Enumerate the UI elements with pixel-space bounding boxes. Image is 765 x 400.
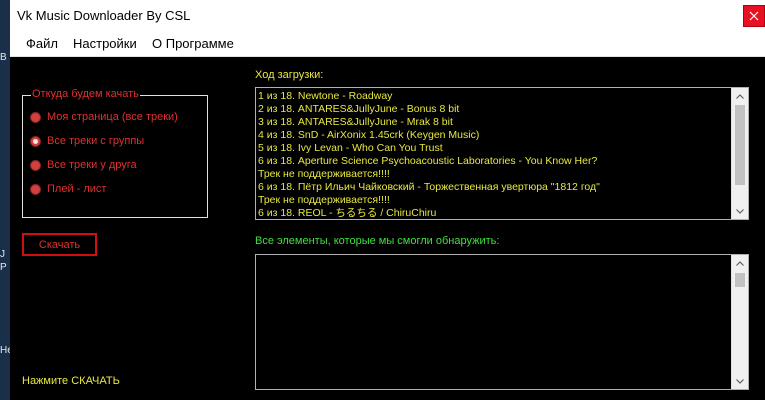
radio-label: Моя страница (все треки): [47, 111, 178, 123]
desktop-background: В J Р Не: [0, 0, 13, 400]
title-bar[interactable]: Vk Music Downloader By CSL: [10, 0, 765, 33]
radio-button[interactable]: [30, 111, 41, 123]
chevron-up-icon: [736, 260, 744, 266]
menu-bar: Файл Настройки О Программе: [10, 33, 765, 57]
progress-log-textbox[interactable]: 1 из 18. Newtone - Roadway 2 из 18. ANTA…: [255, 87, 749, 220]
radio-label: Все треки у друга: [47, 159, 137, 171]
status-text: Нажмите СКАЧАТЬ: [22, 375, 120, 387]
radio-button[interactable]: [30, 183, 41, 195]
source-group-legend: Откуда будем качать: [31, 88, 140, 100]
found-scrollbar[interactable]: [731, 255, 748, 389]
scroll-up-button[interactable]: [732, 255, 748, 271]
radio-playlist[interactable]: Плей - лист: [30, 183, 106, 195]
menu-about[interactable]: О Программе: [152, 36, 234, 51]
scroll-down-button[interactable]: [732, 203, 748, 219]
log-line: 6 из 18. Aperture Science Psychoacoustic…: [258, 155, 598, 167]
log-line: 6 из 18. REOL - ちるちる / ChiruChiru: [258, 207, 437, 218]
log-line: Трек не поддерживается!!!!: [258, 168, 390, 180]
close-icon: [749, 11, 759, 21]
log-line: Трек не поддерживается!!!!: [258, 194, 390, 206]
download-button[interactable]: Скачать: [22, 233, 97, 256]
desktop-icon-label: Р: [0, 262, 7, 273]
log-line: 5 из 18. Ivy Levan - Who Can You Trust: [258, 142, 443, 154]
radio-label: Все треки с группы: [47, 135, 145, 147]
log-line: 6 из 18. Пётр Ильич Чайковский - Торжест…: [258, 181, 600, 193]
progress-log-lines: 1 из 18. Newtone - Roadway 2 из 18. ANTA…: [258, 90, 732, 218]
log-line: 1 из 18. Newtone - Roadway: [258, 90, 393, 102]
radio-my-page[interactable]: Моя страница (все треки): [30, 111, 178, 123]
radio-button[interactable]: [30, 159, 41, 171]
close-button[interactable]: [743, 5, 765, 27]
log-line: 3 из 18. ANTARES&JullyJune - Mrak 8 bit: [258, 116, 453, 128]
chevron-down-icon: [736, 208, 744, 214]
progress-label: Ход загрузки:: [255, 69, 324, 81]
radio-group-tracks[interactable]: Все треки с группы: [30, 135, 144, 147]
radio-label: Плей - лист: [47, 183, 107, 195]
radio-friend-tracks[interactable]: Все треки у друга: [30, 159, 137, 171]
menu-settings[interactable]: Настройки: [73, 36, 137, 51]
desktop-icon-label: Не: [0, 345, 13, 356]
scroll-up-button[interactable]: [732, 88, 748, 104]
desktop-icon-label: J: [0, 249, 5, 260]
menu-file[interactable]: Файл: [26, 36, 58, 51]
desktop-icon-label: В: [0, 52, 7, 63]
source-groupbox: Откуда будем качать Моя страница (все тр…: [22, 88, 208, 218]
log-scrollbar[interactable]: [731, 88, 748, 219]
radio-button-selected[interactable]: [30, 135, 41, 147]
found-items-label: Все элементы, которые мы смогли обнаружи…: [255, 235, 500, 247]
log-line: 4 из 18. SnD - AirXonix 1.45crk (Keygen …: [258, 129, 480, 141]
found-items-textbox[interactable]: [255, 254, 749, 390]
window-title: Vk Music Downloader By CSL: [17, 8, 191, 23]
chevron-down-icon: [736, 378, 744, 384]
chevron-up-icon: [736, 93, 744, 99]
app-window: Vk Music Downloader By CSL Файл Настройк…: [10, 0, 765, 400]
scroll-down-button[interactable]: [732, 373, 748, 389]
scroll-thumb[interactable]: [735, 273, 745, 287]
scroll-thumb[interactable]: [735, 105, 745, 185]
log-line: 2 из 18. ANTARES&JullyJune - Bonus 8 bit: [258, 103, 460, 115]
